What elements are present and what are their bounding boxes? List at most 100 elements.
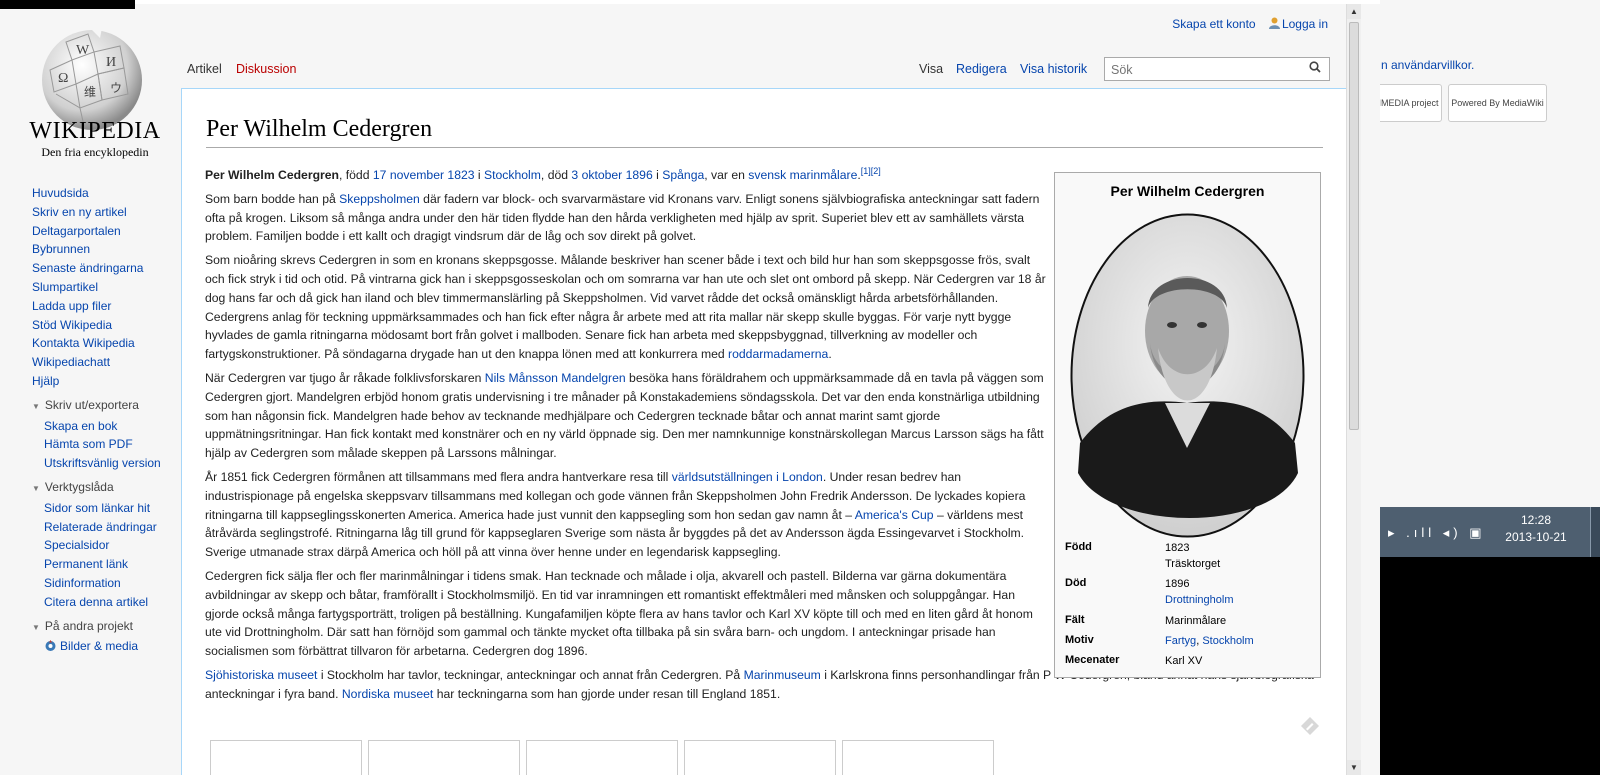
- link-skeppsholmen[interactable]: Skeppsholmen: [339, 192, 420, 206]
- link-nationality[interactable]: svensk: [748, 168, 786, 182]
- link-death-place[interactable]: Spånga: [662, 168, 704, 182]
- gallery-item[interactable]: [526, 740, 678, 775]
- infobox-patron-link[interactable]: Karl XV: [1165, 653, 1202, 669]
- nav-help[interactable]: Hjälp: [32, 372, 161, 391]
- scroll-down-arrow-icon[interactable]: ▼: [1347, 760, 1361, 775]
- browser-window: W Ω И 维 ウ WIKIPEDIA Den fria encyklopedi…: [0, 0, 1380, 775]
- svg-text:维: 维: [84, 85, 96, 99]
- infobox-field-label: Fält: [1065, 614, 1085, 626]
- paragraph-text: har teckningarna som han gjorde under re…: [433, 686, 781, 701]
- paragraph-5: Cedergren fick sälja fler och fler marin…: [205, 567, 1047, 661]
- infobox-born-place: Träsktorget: [1165, 558, 1221, 570]
- edit-pencil-icon[interactable]: [1300, 716, 1320, 736]
- link-birth-place[interactable]: Stockholm: [484, 168, 541, 182]
- system-tray-icons[interactable]: ▸ .ıll ◂) ▣: [1388, 525, 1486, 541]
- link-americas-cup[interactable]: America's Cup: [855, 508, 934, 522]
- nav-community-portal[interactable]: Deltagarportalen: [32, 222, 161, 241]
- login-link[interactable]: Logga in: [1282, 17, 1328, 31]
- infobox-died-place-link[interactable]: Drottningholm: [1165, 594, 1233, 606]
- tab-talk[interactable]: Diskussion: [236, 62, 296, 76]
- scroll-up-arrow-icon[interactable]: ▲: [1347, 4, 1361, 19]
- search-icon[interactable]: [1309, 61, 1321, 76]
- tab-article[interactable]: Artikel: [187, 62, 222, 76]
- nav-recent-changes[interactable]: Senaste ändringarna: [32, 259, 161, 278]
- scrollbar-thumb[interactable]: [1349, 22, 1359, 430]
- show-desktop-button[interactable]: [1590, 507, 1600, 557]
- paragraph-text: När Cedergren var tjugo år råkade folkli…: [205, 370, 485, 385]
- svg-text:Ω: Ω: [58, 71, 68, 86]
- paragraph-4: År 1851 fick Cedergren förmånen att till…: [205, 468, 1047, 562]
- infobox-motif-label: Motiv: [1065, 634, 1094, 646]
- paragraph-1: Som barn bodde han på Skeppsholmen där f…: [205, 190, 1047, 246]
- infobox-field-link[interactable]: Marinmålare: [1165, 613, 1226, 629]
- nav-what-links-here[interactable]: Sidor som länkar hit: [44, 499, 161, 518]
- lead-text: , död: [540, 168, 572, 182]
- vertical-scrollbar[interactable]: ▲ ▼: [1346, 4, 1361, 775]
- infobox-motif-ships-link[interactable]: Fartyg: [1165, 635, 1196, 647]
- lead-text: , född: [339, 168, 373, 182]
- nav-new-article[interactable]: Skriv en ny artikel: [32, 203, 161, 222]
- toolbox-heading[interactable]: ▼ Verktygslåda: [32, 478, 161, 499]
- other-projects-list: Bilder & media: [32, 637, 161, 656]
- reference-links[interactable]: [1][2]: [861, 166, 881, 176]
- paragraph-text: Som barn bodde han på: [205, 191, 340, 206]
- link-birth-date[interactable]: 17 november 1823: [373, 168, 475, 182]
- search-input[interactable]: [1109, 59, 1293, 81]
- other-projects-heading[interactable]: ▼ På andra projekt: [32, 617, 161, 638]
- nav-upload-files[interactable]: Ladda upp filer: [32, 297, 161, 316]
- link-roddarmadamerna[interactable]: roddarmadamerna: [728, 347, 828, 361]
- gallery-item[interactable]: [210, 740, 362, 775]
- window-top-strip-light: [135, 0, 1380, 4]
- tab-edit[interactable]: Redigera: [956, 62, 1007, 76]
- nav-donate[interactable]: Stöd Wikipedia: [32, 316, 161, 335]
- link-mandelgren[interactable]: Nils Månsson Mandelgren: [485, 371, 626, 385]
- link-nordiska-museet[interactable]: Nordiska museet: [342, 687, 433, 701]
- window-top-strip: [0, 0, 135, 9]
- infobox-died-label: Död: [1065, 577, 1087, 589]
- paragraph-2: Som nioåring skrevs Cedergren in som en …: [205, 251, 1047, 364]
- infobox-born-value: 1823 Träsktorget: [1165, 540, 1220, 572]
- nav-special-pages[interactable]: Specialsidor: [44, 536, 161, 555]
- print-export-heading-label: Skriv ut/exportera: [44, 397, 139, 412]
- nav-commons-media[interactable]: Bilder & media: [44, 637, 161, 656]
- gallery-item[interactable]: [842, 740, 994, 775]
- nav-page-information[interactable]: Sidinformation: [44, 574, 161, 593]
- gallery-item[interactable]: [368, 740, 520, 775]
- paragraph-text: Som nioåring skrevs Cedergren in som en …: [205, 253, 1046, 362]
- nav-related-changes[interactable]: Relaterade ändringar: [44, 518, 161, 537]
- toolbox-heading-label: Verktygslåda: [44, 479, 114, 494]
- mediawiki-badge[interactable]: Powered By MediaWiki: [1448, 84, 1547, 122]
- tab-read[interactable]: Visa: [919, 62, 943, 76]
- nav-random-article[interactable]: Slumpartikel: [32, 278, 161, 297]
- create-account-link[interactable]: Skapa ett konto: [1172, 17, 1255, 31]
- nav-cite-article[interactable]: Citera denna artikel: [44, 593, 161, 612]
- taskbar-clock[interactable]: 12:28 2013-10-21: [1500, 512, 1572, 546]
- link-marinmuseum[interactable]: Marinmuseum: [744, 668, 821, 682]
- paragraph-text: År 1851 fick Cedergren förmånen att till…: [205, 469, 672, 484]
- nav-main-page[interactable]: Huvudsida: [32, 184, 161, 203]
- tab-history[interactable]: Visa historik: [1020, 62, 1087, 76]
- infobox-motif-stockholm-link[interactable]: Stockholm: [1202, 635, 1253, 647]
- nav-download-pdf[interactable]: Hämta som PDF: [44, 435, 161, 454]
- paragraph-text: .: [828, 347, 832, 362]
- link-death-date[interactable]: 3 oktober 1896: [571, 168, 652, 182]
- link-occupation[interactable]: marinmålare: [790, 168, 858, 182]
- infobox-died-year: 1896: [1165, 578, 1190, 590]
- portrait-image[interactable]: [1070, 213, 1305, 538]
- link-sjohistoriska[interactable]: Sjöhistoriska museet: [205, 668, 317, 682]
- gallery-item[interactable]: [684, 740, 836, 775]
- print-export-list: Skapa en bok Hämta som PDF Utskriftsvänl…: [32, 417, 161, 473]
- commons-icon: [45, 640, 56, 652]
- article-content: Per Wilhelm Cedergren Per Wilhelm Cederg…: [181, 88, 1346, 775]
- nav-printable-version[interactable]: Utskriftsvänlig version: [44, 454, 161, 473]
- print-export-heading[interactable]: ▼ Skriv ut/exportera: [32, 396, 161, 417]
- nav-village-pump[interactable]: Bybrunnen: [32, 240, 161, 259]
- nav-create-book[interactable]: Skapa en bok: [44, 417, 161, 436]
- link-world-exhibition[interactable]: världsutställningen i London: [672, 470, 823, 484]
- lead-text: i: [652, 168, 663, 182]
- background-terms-link[interactable]: n användarvillkor.: [1381, 58, 1474, 72]
- nav-contact[interactable]: Kontakta Wikipedia: [32, 334, 161, 353]
- nav-chat[interactable]: Wikipediachatt: [32, 353, 161, 372]
- nav-permanent-link[interactable]: Permanent länk: [44, 555, 161, 574]
- svg-text:W: W: [76, 43, 90, 58]
